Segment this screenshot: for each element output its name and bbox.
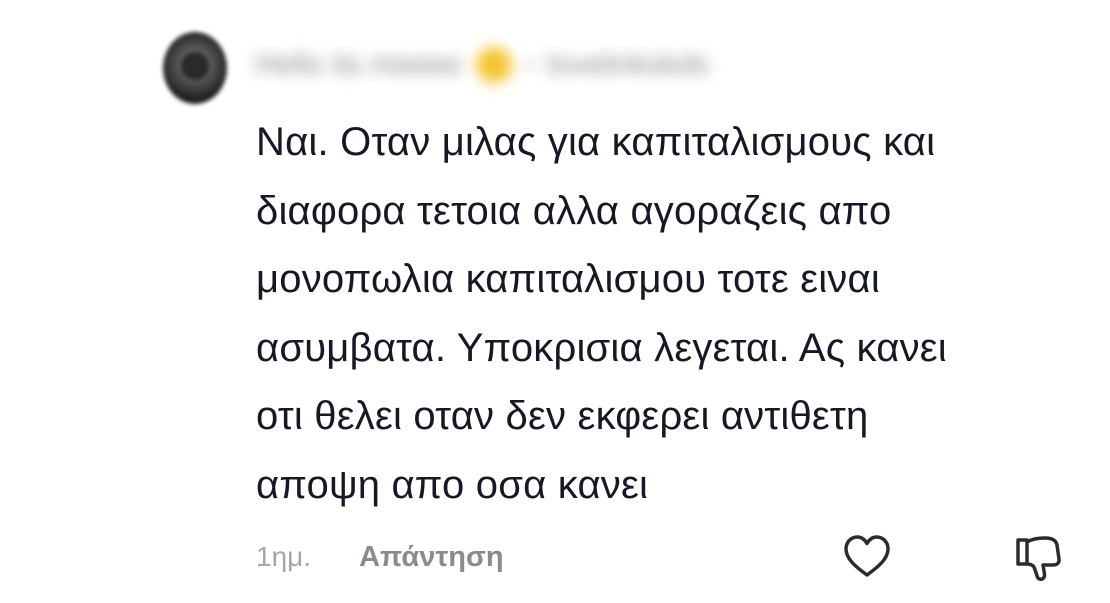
like-button[interactable] bbox=[842, 532, 892, 582]
comment-line: αποψη απο οσα κανει bbox=[256, 462, 649, 507]
comment-line: οτι θελει οταν δεν εκφερει αντιθετη bbox=[256, 394, 869, 438]
thumbs-down-outline-icon bbox=[1016, 536, 1061, 581]
separator-dot: • bbox=[525, 52, 534, 77]
reply-button[interactable]: Απάντηση bbox=[359, 541, 504, 574]
comment-item: Hello its meeee • lovelinkskds Ναι. Οταν… bbox=[0, 0, 1110, 603]
emoji-icon bbox=[475, 47, 512, 83]
dislike-button[interactable] bbox=[1012, 532, 1064, 584]
comment-line: διαφορα τετοια αλλα αγοραζεις απο bbox=[256, 188, 892, 233]
heart-outline-icon bbox=[844, 535, 890, 577]
comment-line: ασυμβατα. Υποκρισια λεγεται. Ας κανει bbox=[256, 325, 947, 370]
avatar[interactable] bbox=[163, 32, 227, 104]
author-subtitle: lovelinkskds bbox=[547, 48, 710, 81]
comment-text: Ναι. Οταν μιλας για καπιταλισμους και δι… bbox=[256, 108, 1056, 519]
comment-line: Ναι. Οταν μιλας για καπιταλισμους και bbox=[256, 120, 936, 164]
avatar-image bbox=[181, 52, 209, 80]
comment-footer: 1ημ. Απάντηση bbox=[256, 532, 504, 582]
comment-line: μονοπωλια καπιταλισμου τοτε ειναι bbox=[256, 257, 880, 301]
author-name[interactable]: Hello its meeee bbox=[255, 48, 462, 82]
comment-time: 1ημ. bbox=[256, 541, 312, 572]
comment-header: Hello its meeee • lovelinkskds bbox=[255, 45, 709, 85]
